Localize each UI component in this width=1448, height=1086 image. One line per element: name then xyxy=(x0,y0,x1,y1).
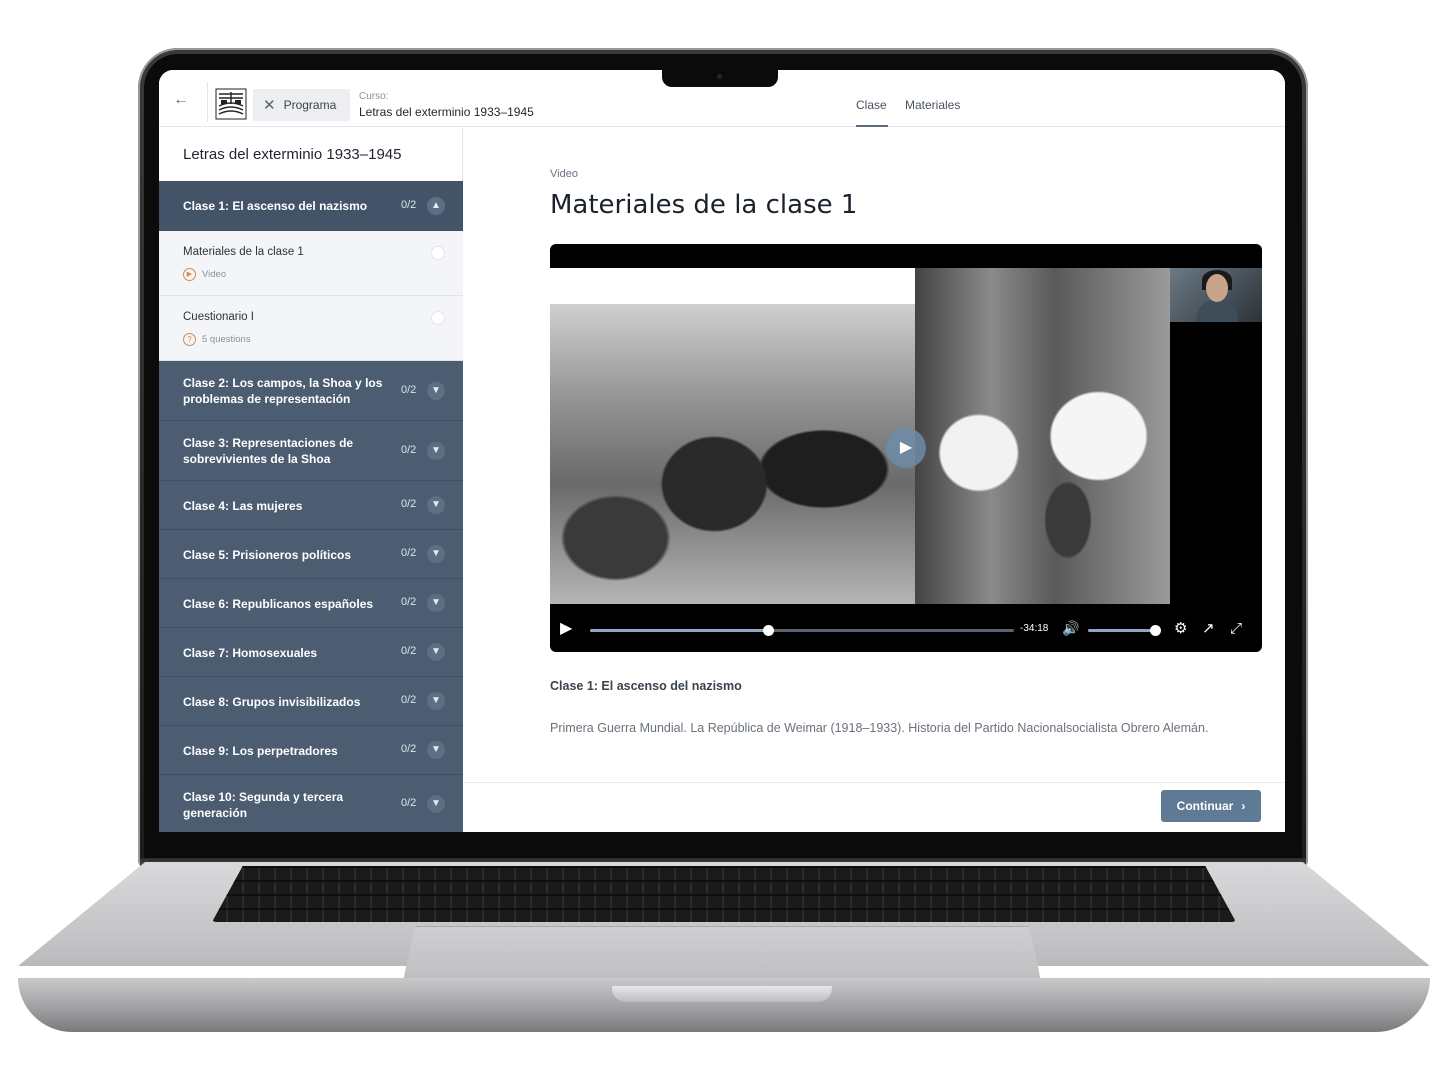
module-count: 0/2 xyxy=(401,199,417,211)
section-label: Clase 1: El ascenso del nazismo xyxy=(550,679,742,693)
module-label: Clase 8: Grupos invisibilizados xyxy=(183,695,361,709)
sidebar-module-clase-5[interactable]: Clase 5: Prisioneros políticos 0/2 ▼ xyxy=(159,530,463,579)
module-count: 0/2 xyxy=(401,694,417,706)
lesson-type: 5 questions xyxy=(202,334,251,345)
module-label: Clase 6: Republicanos españoles xyxy=(183,597,374,611)
close-icon: ✕ xyxy=(263,96,276,114)
lesson-title: Materiales de la clase 1 xyxy=(183,246,304,258)
chevron-down-icon[interactable]: ▼ xyxy=(427,545,445,563)
laptop-keyboard xyxy=(212,866,1236,922)
lesson-description: Primera Guerra Mundial. La República de … xyxy=(550,721,1209,735)
chevron-down-icon[interactable]: ▼ xyxy=(427,496,445,514)
course-title: Letras del exterminio 1933–1945 xyxy=(359,105,534,119)
chevron-down-icon[interactable]: ▼ xyxy=(427,692,445,710)
sidebar-title: Letras del exterminio 1933–1945 xyxy=(183,146,402,163)
video-frame-photo-right xyxy=(915,268,1170,604)
completion-check[interactable] xyxy=(431,311,445,325)
module-label: Clase 3: Representaciones de sobrevivien… xyxy=(183,436,354,466)
volume-fill xyxy=(1088,629,1155,632)
camera-icon xyxy=(717,74,722,79)
continue-button[interactable]: Continuar › xyxy=(1161,790,1261,822)
camera-notch xyxy=(662,68,778,87)
module-label: Clase 2: Los campos, la Shoa y los probl… xyxy=(183,376,383,406)
content-kicker: Video xyxy=(550,168,578,180)
video-player[interactable]: ▶ ▶ -34:18 🔊 ⚙ ↗ ⤢ xyxy=(550,244,1262,652)
player-controls: ▶ -34:18 🔊 ⚙ ↗ ⤢ xyxy=(550,616,1262,644)
progress-handle[interactable] xyxy=(763,625,775,636)
progress-bar[interactable] xyxy=(590,625,1014,636)
module-count: 0/2 xyxy=(401,596,417,608)
video-frame-photo-left xyxy=(550,304,915,604)
chevron-down-icon[interactable]: ▼ xyxy=(427,594,445,612)
presenter-webcam xyxy=(1170,268,1262,322)
volume-icon[interactable]: 🔊 xyxy=(1062,620,1079,637)
sidebar-module-clase-4[interactable]: Clase 4: Las mujeres 0/2 ▼ xyxy=(159,481,463,530)
module-count: 0/2 xyxy=(401,547,417,559)
course-kicker: Curso: xyxy=(359,91,389,102)
sidebar-module-clase-8[interactable]: Clase 8: Grupos invisibilizados 0/2 ▼ xyxy=(159,677,463,726)
sidebar-module-clase-2[interactable]: Clase 2: Los campos, la Shoa y los probl… xyxy=(159,361,463,421)
chevron-down-icon[interactable]: ▼ xyxy=(427,382,445,400)
active-tab-indicator xyxy=(856,125,888,127)
sidebar-module-clase-1[interactable]: Clase 1: El ascenso del nazismo 0/2 ▲ xyxy=(159,181,463,231)
module-count: 0/2 xyxy=(401,645,417,657)
lesson-title: Cuestionario I xyxy=(183,311,254,323)
arrow-left-icon[interactable]: ← xyxy=(173,92,197,108)
slide-white-band xyxy=(550,268,915,304)
header-divider xyxy=(207,82,208,122)
gear-icon[interactable]: ⚙ xyxy=(1174,619,1187,639)
volume-slider[interactable] xyxy=(1088,625,1161,636)
question-circle-icon: ? xyxy=(183,333,196,346)
laptop-front-notch xyxy=(612,986,832,1002)
programa-label: Programa xyxy=(283,98,337,112)
chevron-down-icon[interactable]: ▼ xyxy=(427,795,445,813)
play-icon[interactable]: ▶ xyxy=(560,618,584,640)
continue-label: Continuar xyxy=(1176,799,1234,813)
sidebar-module-clase-6[interactable]: Clase 6: Republicanos españoles 0/2 ▼ xyxy=(159,579,463,628)
chevron-up-icon[interactable]: ▲ xyxy=(427,197,445,215)
sidebar-module-clase-7[interactable]: Clase 7: Homosexuales 0/2 ▼ xyxy=(159,628,463,677)
module-count: 0/2 xyxy=(401,444,417,456)
sidebar-module-clase-9[interactable]: Clase 9: Los perpetradores 0/2 ▼ xyxy=(159,726,463,775)
sidebar-module-clase-10[interactable]: Clase 10: Segunda y tercera generación 0… xyxy=(159,775,463,832)
time-remaining: -34:18 xyxy=(1020,623,1049,634)
module-count: 0/2 xyxy=(401,384,417,396)
module-label: Clase 1: El ascenso del nazismo xyxy=(183,199,368,213)
module-count: 0/2 xyxy=(401,498,417,510)
lesson-item-materiales[interactable]: Materiales de la clase 1 ▶ Video xyxy=(159,231,463,296)
module-label: Clase 5: Prisioneros políticos xyxy=(183,548,352,562)
module-count: 0/2 xyxy=(401,797,417,809)
fullscreen-icon[interactable]: ⤢ xyxy=(1230,619,1242,639)
programa-button[interactable]: ✕ Programa xyxy=(253,89,350,121)
laptop-trackpad xyxy=(402,926,1042,986)
footer-divider xyxy=(464,782,1285,783)
module-label: Clase 4: Las mujeres xyxy=(183,499,303,513)
lesson-type: Video xyxy=(202,269,227,280)
chevron-down-icon[interactable]: ▼ xyxy=(427,643,445,661)
main-content: Video Materiales de la clase 1 ▶ ▶ -34:1… xyxy=(464,128,1285,832)
module-count: 0/2 xyxy=(401,743,417,755)
module-label: Clase 7: Homosexuales xyxy=(183,646,318,660)
app-screen: ← ✕ Programa Curso: Letras del extermini… xyxy=(159,70,1285,832)
completion-check[interactable] xyxy=(431,246,445,260)
volume-handle[interactable] xyxy=(1149,625,1161,636)
sidebar-module-clase-3[interactable]: Clase 3: Representaciones de sobrevivien… xyxy=(159,421,463,481)
play-circle-icon: ▶ xyxy=(183,268,196,281)
tab-clase[interactable]: Clase xyxy=(856,98,887,112)
chevron-right-icon: › xyxy=(1241,799,1246,813)
chevron-down-icon[interactable]: ▼ xyxy=(427,442,445,460)
course-logo-icon xyxy=(215,88,247,120)
module-label: Clase 10: Segunda y tercera generación xyxy=(183,790,344,820)
progress-fill xyxy=(590,629,769,632)
external-link-icon[interactable]: ↗ xyxy=(1202,619,1215,639)
play-overlay-button[interactable]: ▶ xyxy=(886,428,926,468)
lesson-item-cuestionario[interactable]: Cuestionario I ? 5 questions xyxy=(159,296,463,361)
chevron-down-icon[interactable]: ▼ xyxy=(427,741,445,759)
module-label: Clase 9: Los perpetradores xyxy=(183,744,338,758)
sidebar: Letras del exterminio 1933–1945 Clase 1:… xyxy=(159,128,463,832)
page-title: Materiales de la clase 1 xyxy=(550,190,858,220)
tab-materiales[interactable]: Materiales xyxy=(905,98,960,112)
